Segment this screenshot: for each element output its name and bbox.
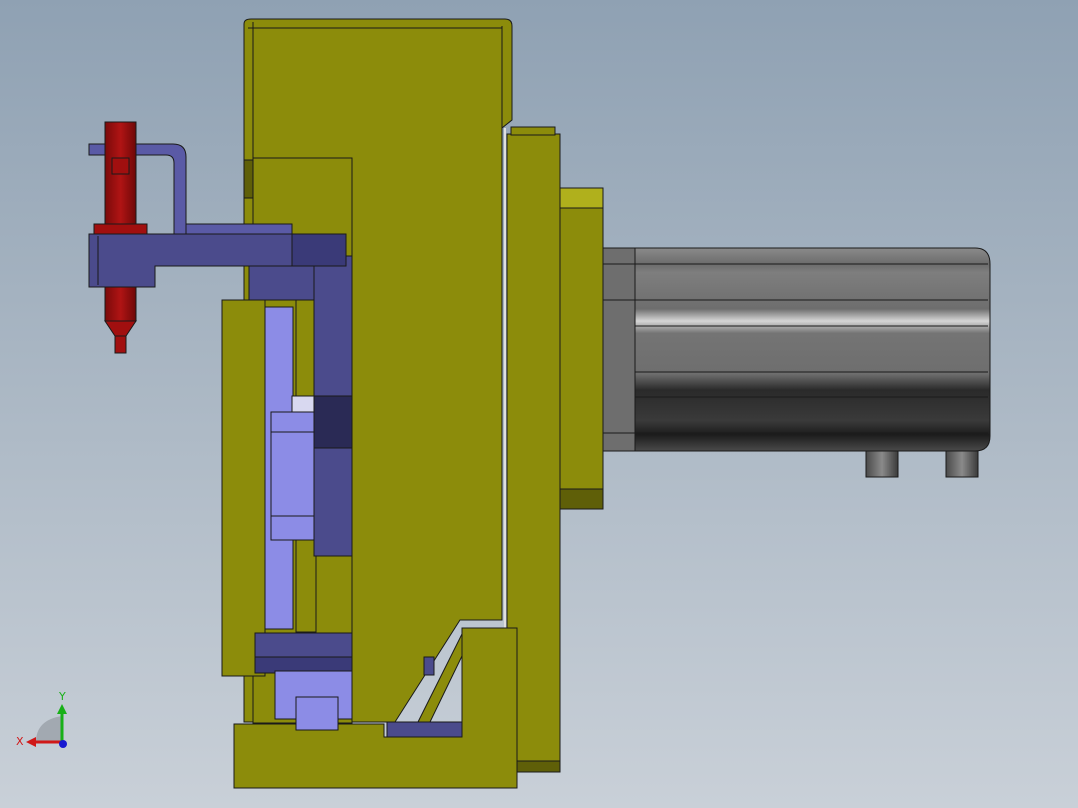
rail-bracket-light [270, 411, 315, 541]
arm-mount-block [291, 233, 347, 267]
servo-motor[interactable] [602, 247, 991, 478]
base-guide-strip [386, 721, 463, 738]
motor-foot-left [865, 450, 899, 478]
axis-triad: X Y [16, 690, 67, 748]
bent-pipe [88, 143, 187, 235]
bottom-cylinder-rod [295, 696, 339, 731]
y-axis-arrowhead [57, 704, 67, 714]
adapter-plate-bottom-face [559, 488, 604, 510]
motor-foot-right [945, 450, 979, 478]
guide-block-dark [313, 395, 353, 449]
cad-viewport[interactable]: X Y [0, 0, 1078, 808]
assembly-side-view[interactable]: X Y [0, 0, 1078, 808]
motor-body [634, 247, 991, 452]
nozzle-cone [104, 320, 137, 337]
front-slide-plate [221, 299, 266, 677]
adapter-plate-top-face [559, 187, 604, 209]
housing-shadow-band [243, 159, 254, 199]
x-axis-label: X [16, 735, 24, 748]
nozzle-collar [93, 223, 148, 235]
motor-adapter-plate [559, 187, 604, 510]
nozzle-tip [114, 335, 127, 354]
y-axis-label: Y [58, 690, 66, 703]
triad-plane [36, 716, 62, 742]
mounting-plate-top-lip [510, 126, 556, 136]
nozzle-upper-cap [111, 157, 130, 175]
x-axis-arrowhead [26, 737, 36, 747]
z-axis-dot [59, 740, 67, 748]
motor-flange [602, 247, 636, 452]
arm-top-plate [185, 223, 293, 235]
rail-spacer-light [291, 395, 315, 413]
nozzle-lower-body [104, 286, 137, 322]
mounting-plate-bottom-face [516, 760, 561, 773]
mid-guide-strip [423, 656, 435, 676]
